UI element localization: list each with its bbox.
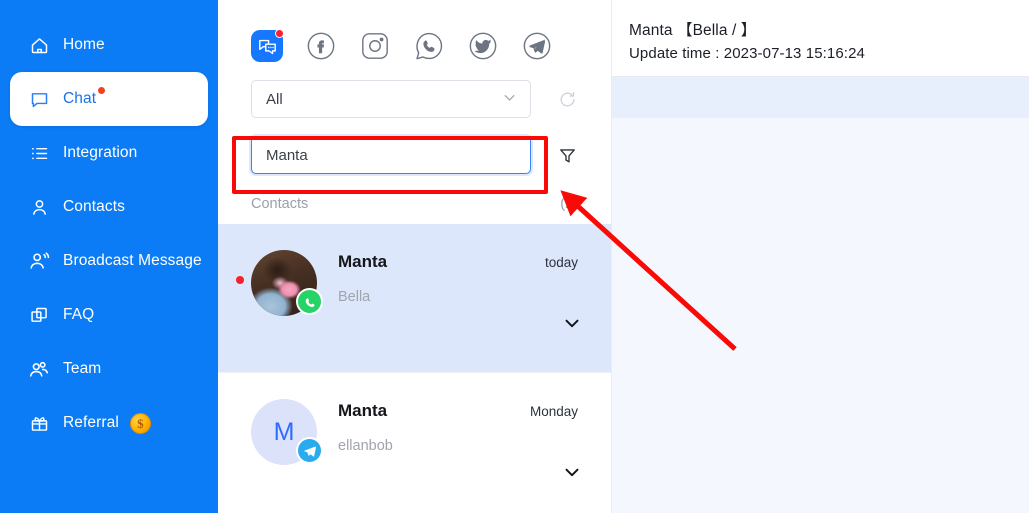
contact-name: Manta — [338, 401, 388, 420]
twitter-icon[interactable] — [467, 30, 499, 62]
avatar: M — [251, 399, 323, 465]
contact-list-item[interactable]: M Manta Monday ellanbob — [218, 373, 611, 513]
detail-update-time: Update time : 2023-07-13 15:16:24 — [629, 45, 865, 62]
avatar — [251, 250, 323, 316]
sidebar-item-team[interactable]: Team — [10, 342, 208, 396]
sidebar-label-broadcast-message: Broadcast Message — [63, 252, 202, 269]
sidebar-item-contacts[interactable]: Contacts — [10, 180, 208, 234]
detail-header: Manta 【Bella / 】 Update time : 2023-07-1… — [612, 0, 1029, 77]
detail-highlight-band — [612, 77, 1029, 118]
home-icon — [28, 34, 50, 56]
copy-icon — [28, 304, 50, 326]
user-icon — [28, 196, 50, 218]
facebook-icon[interactable] — [305, 30, 337, 62]
filter-funnel-icon[interactable] — [549, 137, 585, 173]
instagram-icon[interactable] — [359, 30, 391, 62]
sidebar-item-broadcast-message[interactable]: Broadcast Message — [10, 234, 208, 288]
sidebar-item-home[interactable]: Home — [10, 18, 208, 72]
contacts-section-count: (2) — [560, 196, 578, 212]
live-chat-unread-dot — [275, 29, 284, 38]
channel-filter-row — [218, 0, 611, 76]
sidebar: Home Chat Integration Contacts Broadcast… — [0, 0, 218, 513]
telegram-badge-icon — [296, 437, 323, 464]
gift-icon — [28, 412, 50, 434]
sidebar-label-referral: Referral — [63, 414, 119, 431]
whatsapp-badge-icon — [296, 288, 323, 315]
sidebar-label-chat: Chat — [63, 87, 106, 108]
broadcast-icon — [28, 250, 50, 272]
sidebar-item-chat[interactable]: Chat — [10, 72, 208, 126]
list-search-row: Manta — [218, 132, 611, 178]
sidebar-label-chat-text: Chat — [63, 90, 97, 107]
conversation-detail-panel: Manta 【Bella / 】 Update time : 2023-07-1… — [612, 0, 1029, 513]
contacts-section-header: Contacts (2) — [218, 184, 611, 224]
channel-select[interactable]: All — [251, 80, 531, 118]
contact-list-item[interactable]: Manta today Bella — [218, 224, 611, 373]
app-window: Home Chat Integration Contacts Broadcast… — [0, 0, 1029, 513]
chat-notification-dot — [98, 87, 106, 94]
sidebar-label-faq: FAQ — [63, 306, 95, 323]
sidebar-label-integration: Integration — [63, 144, 138, 161]
sidebar-label-team: Team — [63, 360, 102, 377]
users-icon — [28, 358, 50, 380]
contact-subtitle: Bella — [338, 289, 371, 305]
contact-timestamp: Monday — [529, 404, 578, 419]
sidebar-item-integration[interactable]: Integration — [10, 126, 208, 180]
expand-chevron-down-icon[interactable] — [561, 312, 583, 339]
refresh-icon[interactable] — [549, 81, 585, 117]
referral-coin-icon: $ — [129, 412, 151, 434]
conversation-list-panel: All Manta Contacts (2) Manta today Bella… — [218, 0, 612, 513]
contacts-section-title: Contacts — [251, 196, 309, 212]
contact-name: Manta — [338, 252, 388, 271]
sidebar-item-referral[interactable]: Referral $ — [10, 396, 208, 450]
contact-timestamp: today — [544, 255, 578, 270]
expand-chevron-down-icon[interactable] — [561, 461, 583, 488]
channel-select-value: All — [266, 90, 283, 108]
sidebar-item-faq[interactable]: FAQ — [10, 288, 208, 342]
sidebar-label-home: Home — [63, 36, 105, 53]
list-filter-row: All — [218, 78, 611, 120]
chevron-down-icon — [501, 89, 518, 110]
list-icon — [28, 142, 50, 164]
contact-subtitle: ellanbob — [338, 438, 393, 454]
search-input[interactable]: Manta — [251, 136, 531, 174]
telegram-icon[interactable] — [521, 30, 553, 62]
whatsapp-icon[interactable] — [413, 30, 445, 62]
live-chat-icon[interactable] — [251, 29, 284, 62]
chat-bubble-icon — [28, 88, 50, 110]
detail-title: Manta 【Bella / 】 — [629, 22, 757, 39]
detail-message-area — [612, 118, 1029, 513]
unread-indicator-dot — [236, 276, 244, 284]
sidebar-label-contacts: Contacts — [63, 198, 125, 215]
